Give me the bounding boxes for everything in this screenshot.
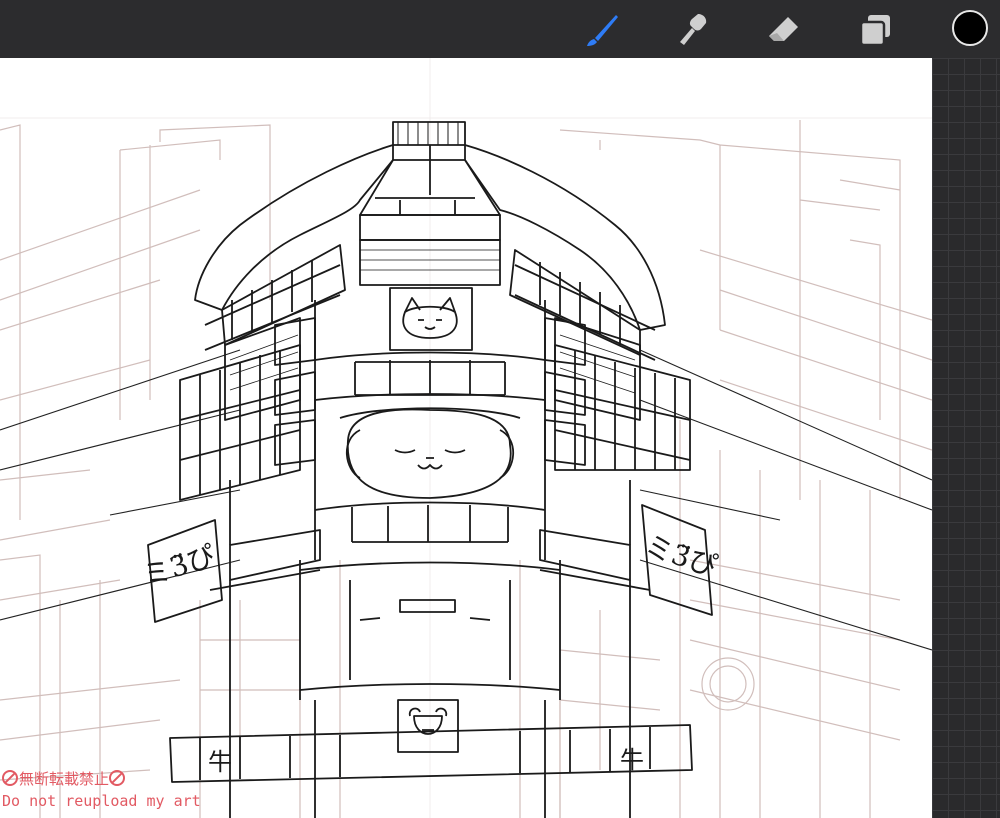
layers-tool-button[interactable]	[855, 10, 895, 50]
watermark-notice: 無断転載禁止 Do not reupload my art	[2, 768, 201, 812]
right-sign-text: ミ3̈ぴ	[641, 529, 721, 583]
color-picker-button[interactable]	[952, 10, 988, 46]
watermark-line-en: Do not reupload my art	[2, 792, 201, 810]
left-banner-kanji: 牛	[208, 748, 232, 776]
sketch-artwork: ミ3̈ぴ ミ3̈ぴ 牛 牛	[0, 58, 932, 818]
brush-icon	[587, 15, 618, 46]
left-sign-text: ミ3̈ぴ	[139, 539, 219, 593]
prohibited-icon	[109, 770, 126, 786]
right-banner-kanji: 牛	[620, 746, 644, 774]
top-toolbar	[0, 0, 1000, 58]
eraser-tool-button[interactable]	[763, 10, 803, 50]
smudge-tool-button[interactable]	[673, 10, 713, 50]
eraser-icon	[769, 17, 798, 41]
drawing-canvas[interactable]: ミ3̈ぴ ミ3̈ぴ 牛 牛	[0, 58, 932, 818]
watermark-line-jp: 無断転載禁止	[2, 768, 201, 790]
brush-tool-button[interactable]	[582, 10, 622, 50]
layers-icon	[859, 15, 890, 47]
smudge-icon	[680, 14, 707, 45]
canvas-background-grid	[932, 58, 1000, 818]
prohibited-icon	[2, 770, 18, 786]
